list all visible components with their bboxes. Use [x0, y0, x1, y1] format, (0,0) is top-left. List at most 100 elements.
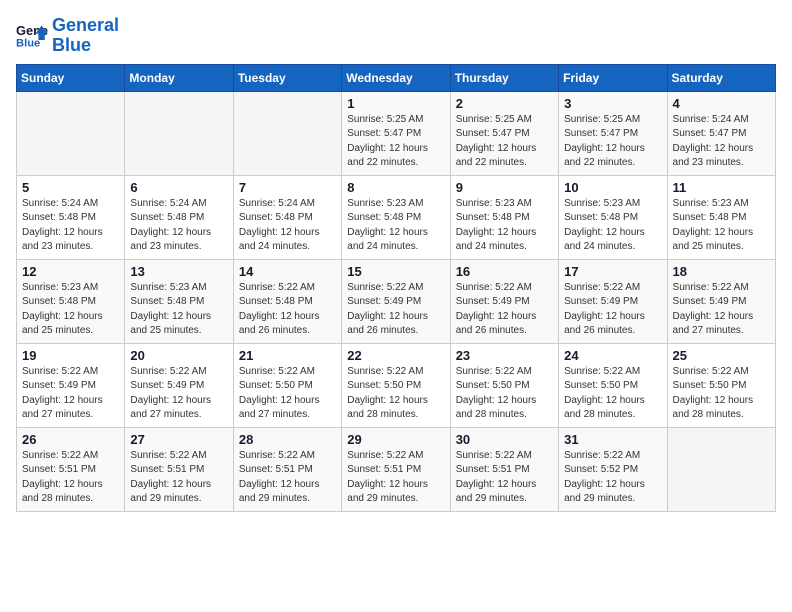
logo-text: GeneralBlue: [52, 16, 119, 56]
calendar-cell: [233, 91, 341, 175]
day-number: 8: [347, 180, 444, 195]
calendar-cell: 31 Sunrise: 5:22 AM Sunset: 5:52 PM Dayli…: [559, 427, 667, 511]
day-info: Sunrise: 5:23 AM Sunset: 5:48 PM Dayligh…: [130, 281, 227, 339]
day-info: Sunrise: 5:24 AM Sunset: 5:48 PM Dayligh…: [239, 197, 336, 255]
day-number: 22: [347, 348, 444, 363]
weekday-header-row: SundayMondayTuesdayWednesdayThursdayFrid…: [17, 64, 776, 91]
calendar-cell: 18 Sunrise: 5:22 AM Sunset: 5:49 PM Dayli…: [667, 259, 775, 343]
day-number: 18: [673, 264, 770, 279]
day-info: Sunrise: 5:22 AM Sunset: 5:51 PM Dayligh…: [456, 449, 553, 507]
day-info: Sunrise: 5:22 AM Sunset: 5:49 PM Dayligh…: [130, 365, 227, 423]
calendar-cell: 24 Sunrise: 5:22 AM Sunset: 5:50 PM Dayli…: [559, 343, 667, 427]
calendar-cell: 15 Sunrise: 5:22 AM Sunset: 5:49 PM Dayli…: [342, 259, 450, 343]
calendar-cell: 13 Sunrise: 5:23 AM Sunset: 5:48 PM Dayli…: [125, 259, 233, 343]
day-number: 27: [130, 432, 227, 447]
day-number: 3: [564, 96, 661, 111]
calendar-cell: 7 Sunrise: 5:24 AM Sunset: 5:48 PM Daylig…: [233, 175, 341, 259]
weekday-header-wednesday: Wednesday: [342, 64, 450, 91]
calendar-cell: [125, 91, 233, 175]
day-info: Sunrise: 5:22 AM Sunset: 5:49 PM Dayligh…: [347, 281, 444, 339]
calendar-cell: 30 Sunrise: 5:22 AM Sunset: 5:51 PM Dayli…: [450, 427, 558, 511]
calendar-cell: 1Sunrise: 5:25 AM Sunset: 5:47 PM Daylig…: [342, 91, 450, 175]
day-info: Sunrise: 5:23 AM Sunset: 5:48 PM Dayligh…: [564, 197, 661, 255]
day-number: 30: [456, 432, 553, 447]
day-number: 10: [564, 180, 661, 195]
calendar-cell: 8 Sunrise: 5:23 AM Sunset: 5:48 PM Daylig…: [342, 175, 450, 259]
day-info: Sunrise: 5:22 AM Sunset: 5:51 PM Dayligh…: [347, 449, 444, 507]
calendar-cell: 25 Sunrise: 5:22 AM Sunset: 5:50 PM Dayli…: [667, 343, 775, 427]
day-info: Sunrise: 5:22 AM Sunset: 5:49 PM Dayligh…: [673, 281, 770, 339]
day-number: 16: [456, 264, 553, 279]
calendar-cell: 27 Sunrise: 5:22 AM Sunset: 5:51 PM Dayli…: [125, 427, 233, 511]
day-number: 6: [130, 180, 227, 195]
svg-text:Blue: Blue: [16, 37, 40, 49]
calendar-cell: 22 Sunrise: 5:22 AM Sunset: 5:50 PM Dayli…: [342, 343, 450, 427]
calendar-cell: 2 Sunrise: 5:25 AM Sunset: 5:47 PM Daylig…: [450, 91, 558, 175]
day-info: Sunrise: 5:25 AM Sunset: 5:47 PM Dayligh…: [456, 113, 553, 171]
day-info: Sunrise: 5:22 AM Sunset: 5:50 PM Dayligh…: [673, 365, 770, 423]
day-number: 13: [130, 264, 227, 279]
day-info: Sunrise: 5:23 AM Sunset: 5:48 PM Dayligh…: [347, 197, 444, 255]
weekday-header-monday: Monday: [125, 64, 233, 91]
week-row-5: 26Sunrise: 5:22 AM Sunset: 5:51 PM Dayli…: [17, 427, 776, 511]
weekday-header-tuesday: Tuesday: [233, 64, 341, 91]
day-number: 25: [673, 348, 770, 363]
day-number: 5: [22, 180, 119, 195]
day-number: 29: [347, 432, 444, 447]
calendar-cell: 11 Sunrise: 5:23 AM Sunset: 5:48 PM Dayli…: [667, 175, 775, 259]
day-info: Sunrise: 5:22 AM Sunset: 5:50 PM Dayligh…: [347, 365, 444, 423]
day-info: Sunrise: 5:23 AM Sunset: 5:48 PM Dayligh…: [22, 281, 119, 339]
day-number: 7: [239, 180, 336, 195]
calendar-cell: 6 Sunrise: 5:24 AM Sunset: 5:48 PM Daylig…: [125, 175, 233, 259]
day-number: 20: [130, 348, 227, 363]
day-info: Sunrise: 5:23 AM Sunset: 5:48 PM Dayligh…: [456, 197, 553, 255]
calendar-cell: 28 Sunrise: 5:22 AM Sunset: 5:51 PM Dayli…: [233, 427, 341, 511]
calendar-cell: 10 Sunrise: 5:23 AM Sunset: 5:48 PM Dayli…: [559, 175, 667, 259]
weekday-header-sunday: Sunday: [17, 64, 125, 91]
day-info: Sunrise: 5:22 AM Sunset: 5:49 PM Dayligh…: [564, 281, 661, 339]
logo-icon: General Blue: [16, 22, 48, 50]
day-info: Sunrise: 5:24 AM Sunset: 5:47 PM Dayligh…: [673, 113, 770, 171]
day-number: 9: [456, 180, 553, 195]
calendar-cell: 26Sunrise: 5:22 AM Sunset: 5:51 PM Dayli…: [17, 427, 125, 511]
day-info: Sunrise: 5:22 AM Sunset: 5:48 PM Dayligh…: [239, 281, 336, 339]
calendar-cell: 4Sunrise: 5:24 AM Sunset: 5:47 PM Daylig…: [667, 91, 775, 175]
day-info: Sunrise: 5:22 AM Sunset: 5:51 PM Dayligh…: [239, 449, 336, 507]
calendar-cell: [667, 427, 775, 511]
week-row-4: 19 Sunrise: 5:22 AM Sunset: 5:49 PM Dayli…: [17, 343, 776, 427]
day-number: 28: [239, 432, 336, 447]
day-number: 12: [22, 264, 119, 279]
day-info: Sunrise: 5:22 AM Sunset: 5:52 PM Dayligh…: [564, 449, 661, 507]
day-info: Sunrise: 5:22 AM Sunset: 5:51 PM Dayligh…: [130, 449, 227, 507]
calendar-cell: 14 Sunrise: 5:22 AM Sunset: 5:48 PM Dayli…: [233, 259, 341, 343]
day-number: 11: [673, 180, 770, 195]
day-info: Sunrise: 5:24 AM Sunset: 5:48 PM Dayligh…: [130, 197, 227, 255]
weekday-header-saturday: Saturday: [667, 64, 775, 91]
day-info: Sunrise: 5:25 AM Sunset: 5:47 PM Dayligh…: [347, 113, 444, 171]
calendar-cell: 29 Sunrise: 5:22 AM Sunset: 5:51 PM Dayli…: [342, 427, 450, 511]
calendar-cell: 19 Sunrise: 5:22 AM Sunset: 5:49 PM Dayli…: [17, 343, 125, 427]
day-number: 19: [22, 348, 119, 363]
day-number: 2: [456, 96, 553, 111]
day-info: Sunrise: 5:22 AM Sunset: 5:51 PM Dayligh…: [22, 449, 119, 507]
page-header: General Blue GeneralBlue: [16, 16, 776, 56]
calendar-cell: 3 Sunrise: 5:25 AM Sunset: 5:47 PM Daylig…: [559, 91, 667, 175]
day-number: 21: [239, 348, 336, 363]
day-number: 24: [564, 348, 661, 363]
day-info: Sunrise: 5:22 AM Sunset: 5:49 PM Dayligh…: [456, 281, 553, 339]
day-info: Sunrise: 5:23 AM Sunset: 5:48 PM Dayligh…: [673, 197, 770, 255]
calendar-cell: 17Sunrise: 5:22 AM Sunset: 5:49 PM Dayli…: [559, 259, 667, 343]
day-info: Sunrise: 5:25 AM Sunset: 5:47 PM Dayligh…: [564, 113, 661, 171]
logo: General Blue GeneralBlue: [16, 16, 119, 56]
day-info: Sunrise: 5:22 AM Sunset: 5:50 PM Dayligh…: [564, 365, 661, 423]
calendar-cell: 5 Sunrise: 5:24 AM Sunset: 5:48 PM Daylig…: [17, 175, 125, 259]
day-info: Sunrise: 5:22 AM Sunset: 5:49 PM Dayligh…: [22, 365, 119, 423]
day-number: 14: [239, 264, 336, 279]
calendar-cell: 12 Sunrise: 5:23 AM Sunset: 5:48 PM Dayli…: [17, 259, 125, 343]
day-number: 15: [347, 264, 444, 279]
calendar-cell: 23Sunrise: 5:22 AM Sunset: 5:50 PM Dayli…: [450, 343, 558, 427]
day-info: Sunrise: 5:22 AM Sunset: 5:50 PM Dayligh…: [456, 365, 553, 423]
weekday-header-thursday: Thursday: [450, 64, 558, 91]
day-info: Sunrise: 5:24 AM Sunset: 5:48 PM Dayligh…: [22, 197, 119, 255]
day-number: 31: [564, 432, 661, 447]
